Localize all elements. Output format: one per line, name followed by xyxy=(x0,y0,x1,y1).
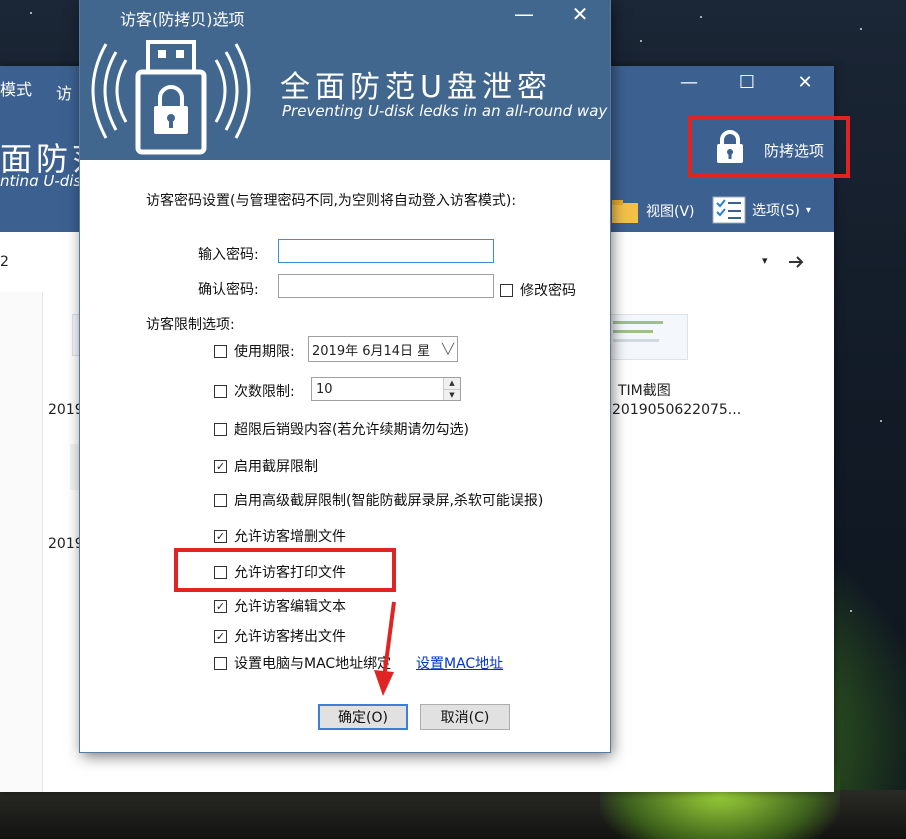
address-history-dropdown[interactable]: ▾ xyxy=(762,254,768,267)
close-button[interactable]: ✕ xyxy=(562,2,598,26)
expiry-date-picker[interactable]: 2019年 6月14日 星 ╲╱ xyxy=(308,336,458,362)
file-name[interactable]: TIM截图 xyxy=(618,380,671,400)
password-input[interactable] xyxy=(278,239,494,263)
limits-section-label: 访客限制选项: xyxy=(146,317,235,333)
file-name[interactable]: 2019 xyxy=(48,402,84,418)
option-label: 启用高级截屏限制(智能防截屏录屏,杀软可能误报) xyxy=(234,493,544,509)
option-checkbox[interactable]: 启用高级截屏限制(智能防截屏录屏,杀软可能误报) xyxy=(214,490,543,510)
arrow-right-icon[interactable] xyxy=(786,252,806,272)
star xyxy=(30,12,32,14)
option-checkbox[interactable]: ✓ 允许访客拷出文件 xyxy=(214,626,346,646)
option-checkbox[interactable]: 设置电脑与MAC地址绑定 xyxy=(214,653,391,673)
option-checkbox[interactable]: ✓ 允许访客增删文件 xyxy=(214,526,346,546)
dialog-title: 访客(防拷贝)选项 xyxy=(120,10,245,29)
close-button[interactable]: ✕ xyxy=(782,72,828,93)
option-checkbox[interactable]: ✓ 允许访客编辑文本 xyxy=(214,596,346,616)
stepper-up-icon[interactable]: ▲ xyxy=(444,378,460,389)
checkbox-checked: ✓ xyxy=(214,459,227,473)
password-section-label: 访客密码设置(与管理密码不同,为空则将自动登入访客模式): xyxy=(146,193,517,209)
banner-title: 全面防范U盘泄密 xyxy=(280,70,552,105)
checkbox-box xyxy=(214,344,227,358)
window-title-fragment: 访 xyxy=(56,84,73,103)
count-limit-stepper[interactable]: 10 ▲ ▼ xyxy=(311,377,461,401)
checkbox-box xyxy=(500,283,513,297)
checklist-icon xyxy=(712,196,746,224)
view-menu-label: 视图(V) xyxy=(646,204,695,220)
count-limit-checkbox[interactable]: 次数限制: xyxy=(214,381,295,401)
ok-button[interactable]: 确定(O) xyxy=(318,704,408,730)
checkbox-box xyxy=(214,656,227,670)
chevron-down-icon: ▾ xyxy=(805,204,811,216)
checkbox-checked: ✓ xyxy=(214,599,227,613)
options-menu-label: 选项(S) xyxy=(752,203,800,219)
folder-icon xyxy=(612,200,638,223)
option-checkbox[interactable]: ✓ 启用截屏限制 xyxy=(214,456,318,476)
option-label: 允许访客编辑文本 xyxy=(234,599,346,615)
banner-subtitle: Preventing U-disk ledks in an all-round … xyxy=(282,102,608,120)
star xyxy=(860,28,862,30)
maximize-button[interactable]: ☐ xyxy=(724,72,770,93)
count-limit-value: 10 xyxy=(316,381,333,397)
guest-options-dialog: 访客(防拷贝)选项 — ✕ 全面防范U盘泄密 Preventing U-disk… xyxy=(80,0,610,752)
checkbox-box xyxy=(214,422,227,436)
confirm-password-label: 确认密码: xyxy=(198,282,259,298)
confirm-password-input[interactable] xyxy=(278,274,494,298)
star xyxy=(850,610,852,612)
navigation-pane xyxy=(0,292,43,792)
highlight-box xyxy=(174,548,396,592)
file-thumbnail[interactable] xyxy=(606,314,688,360)
minimize-button[interactable]: — xyxy=(666,72,712,93)
option-label: 超限后销毁内容(若允许续期请勿勾选) xyxy=(234,422,469,438)
checkbox-checked: ✓ xyxy=(214,629,227,643)
option-label: 设置电脑与MAC地址绑定 xyxy=(234,656,392,672)
password-label: 输入密码: xyxy=(198,247,259,263)
chevron-down-icon: ╲╱ xyxy=(441,343,455,355)
usb-lock-icon xyxy=(91,40,251,155)
expiry-date-value: 2019年 6月14日 星 xyxy=(312,343,431,359)
minimize-button[interactable]: — xyxy=(506,2,542,26)
view-menu-button[interactable]: 视图(V) xyxy=(610,196,695,226)
star xyxy=(700,16,702,18)
star xyxy=(640,40,642,42)
expiry-checkbox[interactable]: 使用期限: xyxy=(214,341,295,361)
dialog-header: 访客(防拷贝)选项 — ✕ 全面防范U盘泄密 Preventing U-disk… xyxy=(80,0,610,160)
checkbox-checked: ✓ xyxy=(214,529,227,543)
file-name[interactable]: 2019 xyxy=(48,536,84,552)
option-label: 启用截屏限制 xyxy=(234,459,318,475)
annotation-arrow xyxy=(374,601,396,696)
stepper-down-icon[interactable]: ▼ xyxy=(444,388,460,400)
checkbox-box xyxy=(214,493,227,507)
file-thumbnail[interactable] xyxy=(70,444,80,490)
options-menu-button[interactable]: 选项(S) ▾ xyxy=(712,196,811,224)
change-password-checkbox[interactable]: 修改密码 xyxy=(500,280,576,300)
window-title-fragment: 模式 xyxy=(0,80,33,99)
option-checkbox[interactable]: 超限后销毁内容(若允许续期请勿勾选) xyxy=(214,419,469,439)
option-label: 允许访客增删文件 xyxy=(234,529,346,545)
set-mac-address-link[interactable]: 设置MAC地址 xyxy=(416,653,503,673)
expiry-label: 使用期限: xyxy=(234,344,295,360)
change-password-label: 修改密码 xyxy=(520,283,576,299)
file-name-line2[interactable]: 2019050622075... xyxy=(612,402,741,418)
cancel-button[interactable]: 取消(C) xyxy=(420,704,510,730)
option-label: 允许访客拷出文件 xyxy=(234,629,346,645)
highlight-box xyxy=(688,116,850,178)
star xyxy=(880,420,882,422)
count-limit-label: 次数限制: xyxy=(234,384,295,400)
checkbox-box xyxy=(214,384,227,398)
address-fragment: 2 xyxy=(0,254,9,270)
